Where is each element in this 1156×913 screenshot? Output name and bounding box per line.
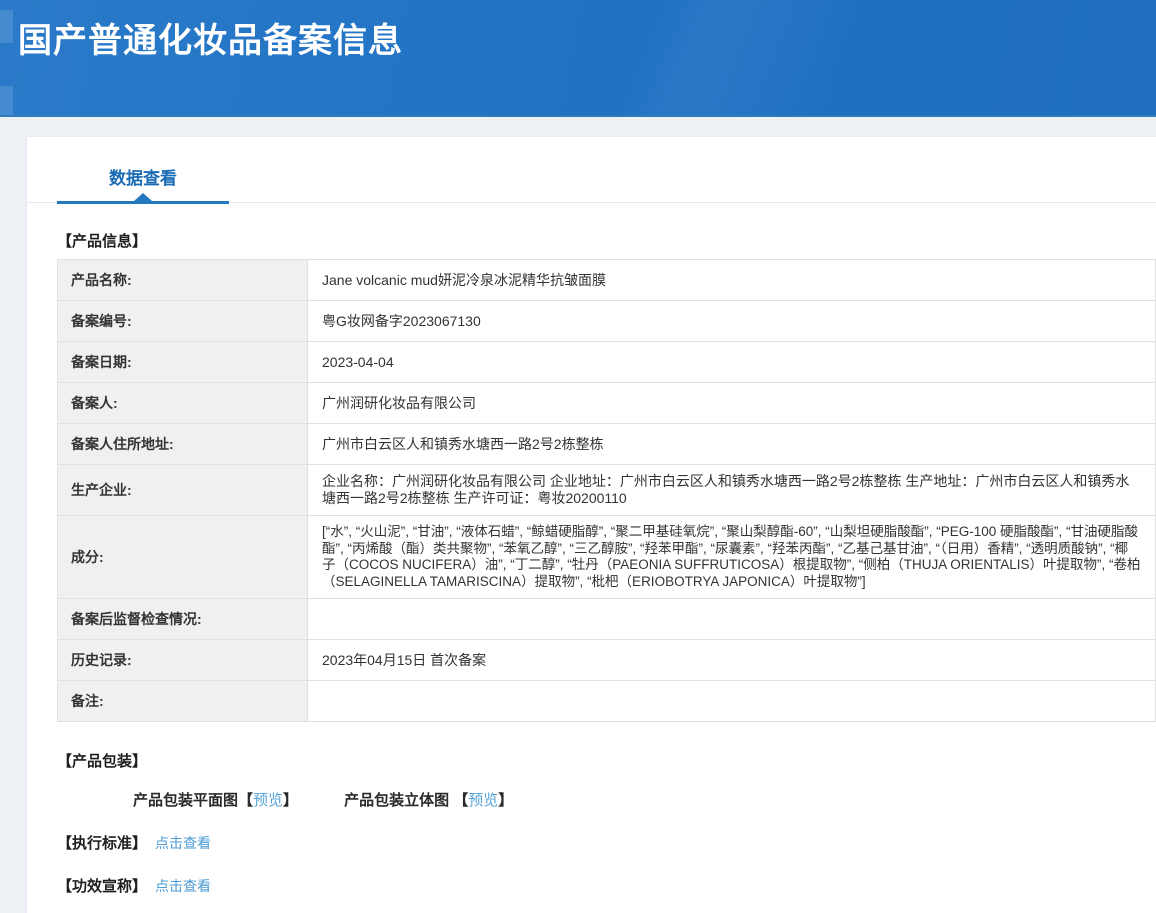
section-heading-product-info: 【产品信息】 (57, 230, 1156, 251)
row-label: 生产企业: (58, 465, 308, 516)
table-row: 备案后监督检查情况: (58, 599, 1156, 640)
table-row: 备案人住所地址: 广州市白云区人和镇秀水塘西一路2号2栋整栋 (58, 424, 1156, 465)
table-row: 历史记录: 2023年04月15日 首次备案 (58, 640, 1156, 681)
section-heading-efficacy-claim: 【功效宣称】 (57, 878, 147, 895)
bracket-open: 【 (238, 792, 253, 809)
product-info-table: 产品名称: Jane volcanic mud妍泥冷泉冰泥精华抗皱面膜 备案编号… (57, 259, 1156, 722)
table-row: 备案人: 广州润研化妆品有限公司 (58, 383, 1156, 424)
section-heading-product-packaging: 【产品包装】 (57, 750, 1156, 771)
table-row: 成分: [“水”, “火山泥”, “甘油”, “液体石蜡”, “鲸蜡硬脂醇”, … (58, 516, 1156, 599)
flat-image-preview-link[interactable]: 预览 (253, 792, 283, 809)
active-tab-underline (57, 201, 229, 204)
row-value (308, 681, 1156, 722)
row-value: 2023-04-04 (308, 342, 1156, 383)
row-label: 备案人: (58, 383, 308, 424)
row-label: 备案后监督检查情况: (58, 599, 308, 640)
execution-standard-link[interactable]: 点击查看 (155, 835, 211, 851)
row-label: 成分: (58, 516, 308, 599)
row-value: Jane volcanic mud妍泥冷泉冰泥精华抗皱面膜 (308, 260, 1156, 301)
efficacy-claim-link[interactable]: 点击查看 (155, 878, 211, 894)
row-value: 粤G妆网备字2023067130 (308, 301, 1156, 342)
table-row: 产品名称: Jane volcanic mud妍泥冷泉冰泥精华抗皱面膜 (58, 260, 1156, 301)
efficacy-claim-row: 【功效宣称】点击查看 (57, 875, 1156, 896)
banner-decoration (0, 10, 13, 43)
row-value: 企业名称：广州润研化妆品有限公司 企业地址：广州市白云区人和镇秀水塘西一路2号2… (308, 465, 1156, 516)
active-tab-pointer-icon (134, 193, 152, 201)
row-value: 2023年04月15日 首次备案 (308, 640, 1156, 681)
row-label: 备注: (58, 681, 308, 722)
content-panel: 数据查看 【产品信息】 产品名称: Jane volcanic mud妍泥冷泉冰… (27, 137, 1156, 913)
row-value: 广州市白云区人和镇秀水塘西一路2号2栋整栋 (308, 424, 1156, 465)
page: 国产普通化妆品备案信息 数据查看 【产品信息】 产品名称: Jane volca… (0, 0, 1156, 913)
table-row: 备案编号: 粤G妆网备字2023067130 (58, 301, 1156, 342)
tab-strip: 数据查看 (27, 137, 1156, 204)
row-label: 历史记录: (58, 640, 308, 681)
packaging-links-row: 产品包装平面图【预览】产品包装立体图 【预览】 (133, 789, 1156, 810)
row-label: 产品名称: (58, 260, 308, 301)
row-value (308, 599, 1156, 640)
stereo-image-preview-link[interactable]: 预览 (468, 792, 498, 809)
execution-standard-row: 【执行标准】点击查看 (57, 832, 1156, 853)
page-title: 国产普通化妆品备案信息 (0, 0, 1156, 62)
row-label: 备案编号: (58, 301, 308, 342)
row-label: 备案人住所地址: (58, 424, 308, 465)
row-value: 广州润研化妆品有限公司 (308, 383, 1156, 424)
main-content: 【产品信息】 产品名称: Jane volcanic mud妍泥冷泉冰泥精华抗皱… (27, 230, 1156, 896)
row-value: [“水”, “火山泥”, “甘油”, “液体石蜡”, “鲸蜡硬脂醇”, “聚二甲… (308, 516, 1156, 599)
page-header-banner: 国产普通化妆品备案信息 (0, 0, 1156, 117)
table-row: 备案日期: 2023-04-04 (58, 342, 1156, 383)
table-row: 备注: (58, 681, 1156, 722)
bracket-open: 【 (453, 792, 468, 809)
section-heading-execution-standard: 【执行标准】 (57, 835, 147, 852)
row-label: 备案日期: (58, 342, 308, 383)
bracket-close: 】 (498, 792, 513, 809)
table-row: 生产企业: 企业名称：广州润研化妆品有限公司 企业地址：广州市白云区人和镇秀水塘… (58, 465, 1156, 516)
banner-decoration (0, 86, 13, 115)
stereo-image-label: 产品包装立体图 (344, 792, 449, 809)
bracket-close: 】 (283, 792, 298, 809)
flat-image-label: 产品包装平面图 (133, 792, 238, 809)
